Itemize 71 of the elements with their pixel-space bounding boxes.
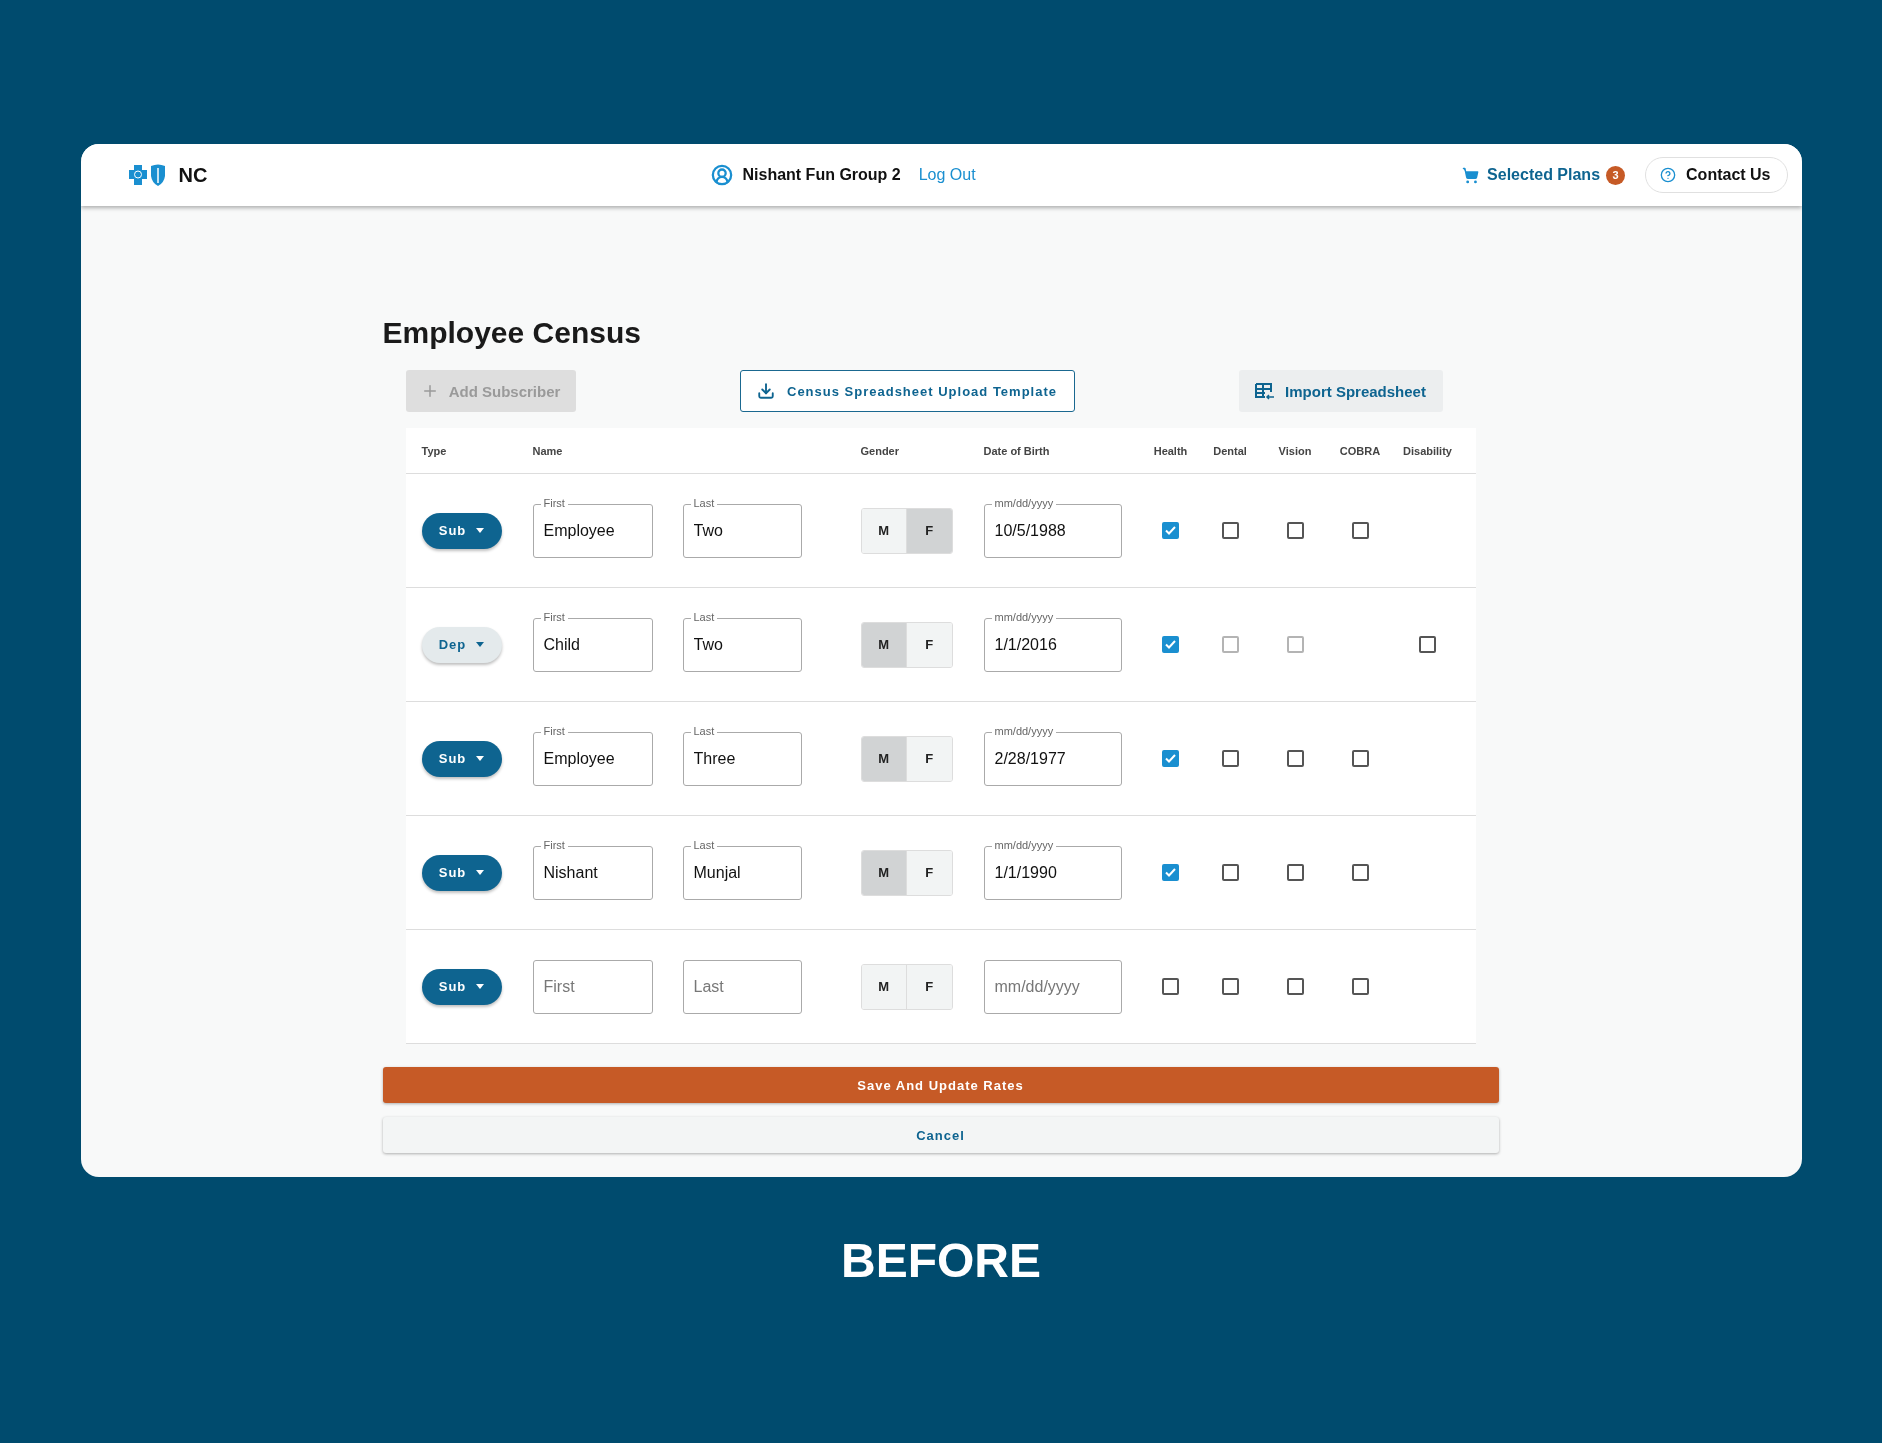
column-header: Vision [1277, 444, 1313, 457]
gender-option[interactable]: M [861, 622, 906, 667]
coverage-checkbox[interactable] [1162, 522, 1179, 539]
coverage-checkbox[interactable] [1221, 750, 1239, 767]
coverage-checkbox[interactable] [1351, 978, 1369, 995]
logout-link[interactable]: Log Out [918, 166, 976, 184]
column-header: COBRA [1338, 444, 1382, 457]
coverage-checkbox[interactable] [1162, 864, 1179, 881]
caret-icon [476, 984, 485, 989]
coverage-checkbox[interactable] [1162, 750, 1179, 767]
group-name: Nishant Fun Group 2 [742, 166, 901, 184]
download-icon [757, 382, 775, 400]
coverage-checkbox[interactable] [1286, 522, 1304, 539]
coverage-checkbox[interactable] [1162, 978, 1179, 995]
gender-option[interactable]: M [861, 736, 906, 781]
type-dropdown[interactable]: Dep [421, 626, 502, 663]
column-header: Name [532, 444, 564, 457]
caret-icon [476, 528, 485, 533]
check-icon [1165, 868, 1176, 877]
cart-icon [1462, 166, 1480, 184]
first-name-field[interactable]: First [532, 959, 653, 1014]
contact-button[interactable]: Contact Us [1645, 157, 1788, 193]
gender-option[interactable]: F [906, 964, 952, 1009]
gender-option[interactable]: M [861, 964, 906, 1009]
gender-option[interactable]: M [861, 508, 906, 553]
column-header: Health [1152, 444, 1189, 457]
help-icon [1660, 167, 1677, 183]
column-header: Date of Birth [983, 444, 1051, 457]
coverage-checkbox[interactable] [1351, 750, 1369, 767]
coverage-checkbox[interactable] [1221, 978, 1239, 995]
birth-date-field[interactable]: mm/dd/yyyy [983, 959, 1122, 1014]
caret-icon [476, 642, 485, 647]
caret-icon [476, 870, 485, 875]
import-spreadsheet-button[interactable]: Import Spreadsheet [1238, 370, 1443, 412]
selected-plans-link[interactable]: Selected Plans 3 [1462, 165, 1626, 185]
type-dropdown[interactable]: Sub [421, 512, 502, 549]
coverage-checkbox[interactable] [1351, 522, 1369, 539]
logo-text: NC [178, 163, 208, 187]
template-download-button[interactable]: Census Spreadsheet Upload Template [739, 370, 1075, 412]
caret-icon [476, 756, 485, 761]
gender-option[interactable]: F [906, 736, 952, 781]
check-icon [1165, 754, 1176, 763]
count-badge: 3 [1606, 165, 1626, 185]
cancel-button[interactable]: Cancel [382, 1117, 1499, 1153]
column-header: Type [421, 444, 448, 457]
last-name-field[interactable]: Last [682, 959, 802, 1014]
coverage-checkbox[interactable] [1162, 636, 1179, 653]
type-dropdown[interactable]: Sub [421, 968, 502, 1005]
coverage-checkbox[interactable] [1286, 750, 1304, 767]
coverage-checkbox[interactable] [1286, 864, 1304, 881]
coverage-checkbox[interactable] [1351, 864, 1369, 881]
gender-option[interactable]: F [906, 622, 952, 667]
caption: BEFORE [840, 1233, 1042, 1288]
user-icon [710, 164, 733, 186]
coverage-checkbox[interactable] [1419, 636, 1436, 653]
coverage-checkbox[interactable] [1221, 864, 1239, 881]
coverage-checkbox[interactable] [1221, 522, 1239, 539]
column-header: Gender [860, 444, 900, 457]
spreadsheet-icon [1255, 382, 1276, 400]
gender-option[interactable]: F [906, 850, 952, 895]
column-header: Disability [1402, 444, 1453, 457]
page-title: Employee Census [382, 315, 642, 351]
coverage-checkbox[interactable] [1286, 978, 1304, 995]
type-dropdown[interactable]: Sub [421, 740, 502, 777]
column-header: Dental [1212, 444, 1248, 457]
check-icon [1165, 526, 1176, 535]
check-icon [1165, 640, 1176, 649]
type-dropdown[interactable]: Sub [421, 854, 502, 891]
gender-option[interactable]: F [906, 508, 952, 553]
gender-option[interactable]: M [861, 850, 906, 895]
save-button[interactable]: Save And Update Rates [382, 1067, 1499, 1103]
